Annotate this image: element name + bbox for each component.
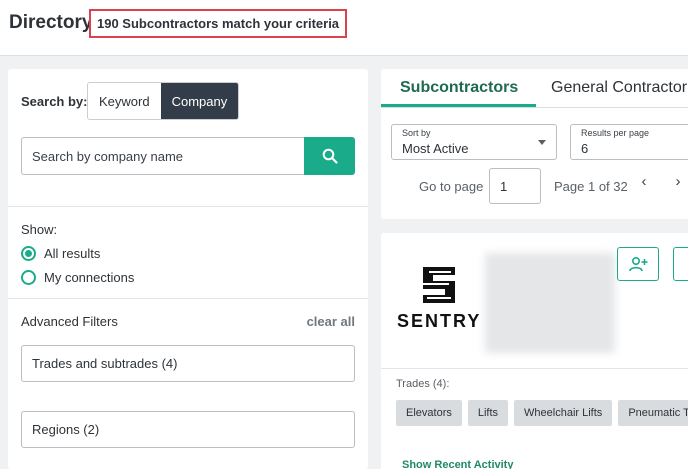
- company-search-input[interactable]: [21, 137, 304, 175]
- radio-my-connections-label: My connections: [44, 270, 135, 285]
- search-icon: [322, 148, 338, 164]
- trades-filter-dropdown[interactable]: Trades and subtrades (4): [21, 345, 355, 382]
- company-mode-button[interactable]: Company: [160, 83, 239, 119]
- radio-unselected-icon: [21, 270, 36, 285]
- sentry-emblem-icon: [423, 267, 455, 303]
- sort-by-value: Most Active: [402, 141, 469, 156]
- trade-chips: Elevators Lifts Wheelchair Lifts Pneumat…: [396, 400, 688, 426]
- company-logo: SENTRY: [395, 263, 483, 333]
- regions-filter-dropdown[interactable]: Regions (2): [21, 411, 355, 448]
- company-logo-text: SENTRY: [397, 311, 482, 331]
- trades-label: Trades (4):: [396, 378, 450, 390]
- trade-chip: Lifts: [467, 400, 509, 426]
- sort-by-label: Sort by: [402, 128, 431, 138]
- radio-selected-icon: [21, 246, 36, 261]
- top-bar: Directory 190 Subcontractors match your …: [0, 0, 688, 56]
- blurred-company-info: [485, 253, 615, 353]
- tab-subcontractors[interactable]: Subcontractors: [400, 79, 518, 107]
- divider: [8, 206, 368, 207]
- filter-panel: Search by: Keyword Company Show: All res…: [8, 69, 368, 469]
- trade-chip: Elevators: [396, 400, 462, 426]
- trade-chip: Wheelchair Lifts: [514, 400, 613, 426]
- results-per-page-select[interactable]: Results per page 6: [570, 124, 688, 160]
- radio-all-results-label: All results: [44, 246, 101, 261]
- sort-by-select[interactable]: Sort by Most Active: [391, 124, 557, 160]
- divider: [381, 368, 688, 369]
- page-count-label: Page 1 of 32: [554, 179, 628, 194]
- next-page-icon[interactable]: ›: [670, 173, 686, 190]
- company-search: [21, 137, 355, 175]
- prev-page-icon[interactable]: ‹: [636, 173, 652, 190]
- search-button[interactable]: [304, 137, 355, 175]
- page-title: Directory: [9, 12, 93, 33]
- results-per-page-label: Results per page: [581, 128, 650, 138]
- advanced-filters-label: Advanced Filters: [21, 314, 118, 329]
- page-number-input[interactable]: 1: [489, 168, 541, 204]
- add-connection-button[interactable]: [617, 247, 659, 281]
- tab-general-contractors[interactable]: General Contractor: [551, 79, 687, 107]
- show-recent-activity-link[interactable]: Show Recent Activity: [402, 459, 513, 469]
- secondary-action-button[interactable]: [673, 247, 688, 281]
- search-mode-toggle: Keyword Company: [87, 82, 240, 120]
- go-to-page-label: Go to page: [419, 179, 484, 194]
- keyword-mode-button[interactable]: Keyword: [88, 83, 161, 119]
- match-count-label: 190 Subcontractors match your criteria: [89, 9, 348, 38]
- radio-my-connections[interactable]: My connections: [21, 270, 134, 285]
- company-card: SENTRY Trades (4): Elevators Lifts Wheel…: [381, 233, 688, 469]
- trade-chip: Pneumatic Tub: [618, 400, 688, 426]
- active-tab-indicator: [381, 104, 536, 107]
- add-user-icon: [629, 256, 648, 272]
- results-per-page-value: 6: [581, 141, 589, 156]
- divider: [8, 298, 368, 299]
- search-by-label: Search by:: [21, 94, 88, 109]
- tabs-divider: [381, 107, 688, 108]
- show-label: Show:: [21, 222, 58, 237]
- clear-all-link[interactable]: clear all: [307, 314, 355, 329]
- results-controls: Subcontractors General Contractor Sort b…: [381, 69, 688, 219]
- chevron-down-icon: [538, 140, 546, 145]
- radio-all-results[interactable]: All results: [21, 246, 100, 261]
